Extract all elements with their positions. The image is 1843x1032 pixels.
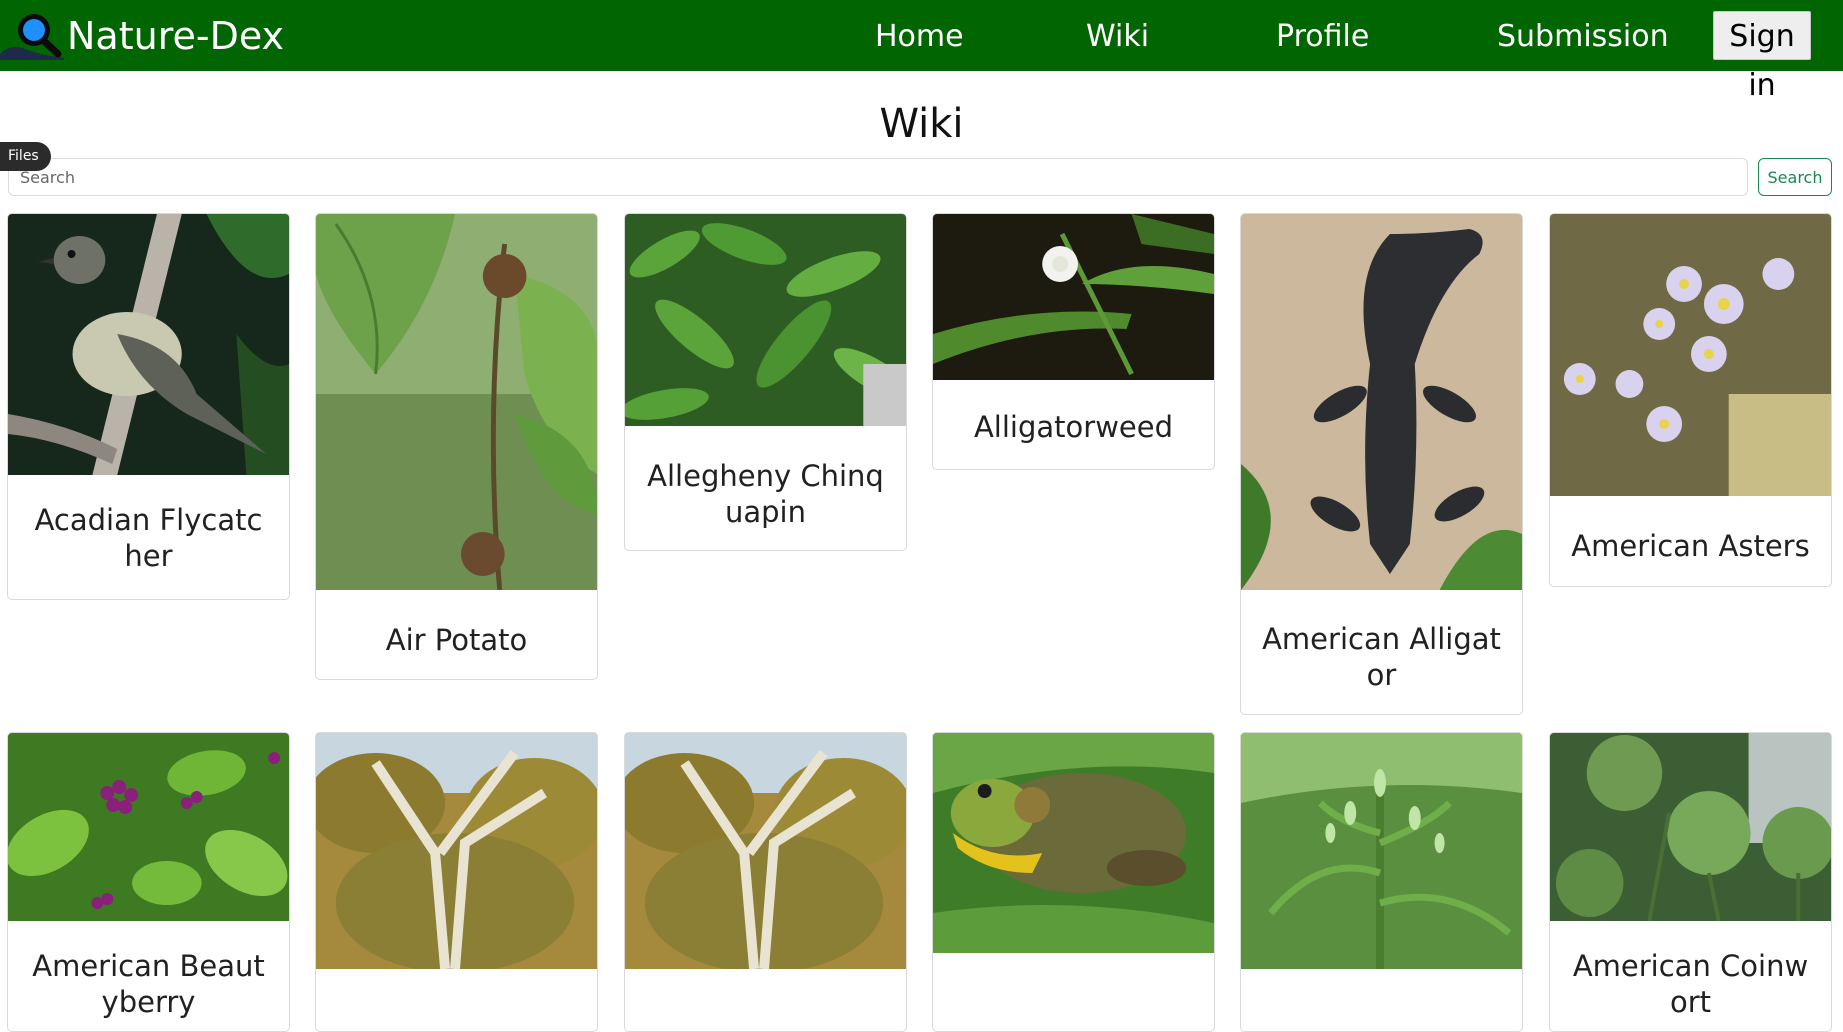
nav-profile[interactable]: Profile	[1276, 22, 1369, 52]
files-tab[interactable]: Files	[0, 142, 51, 171]
species-card[interactable]	[315, 732, 598, 1032]
card-title: American Alligator	[1262, 622, 1501, 692]
search-input[interactable]	[8, 158, 1748, 196]
bird-photo	[8, 214, 289, 475]
navbar: Nature-Dex Home Wiki Profile Submission …	[0, 0, 1843, 103]
card-title: Acadian Flycatcher	[34, 503, 263, 573]
species-card[interactable]: Acadian Flycatcher	[7, 213, 290, 600]
page-title: Wiki	[879, 101, 964, 147]
species-card[interactable]: Air Potato	[315, 213, 598, 680]
card-title: Alligatorweed	[973, 410, 1174, 444]
vine-photo	[316, 214, 597, 590]
aster-photo	[1550, 214, 1831, 496]
leaves-photo	[625, 214, 906, 426]
card-title: American Asters	[1571, 529, 1810, 563]
tree-photo	[625, 733, 906, 969]
card-title: American Beautyberry	[32, 949, 265, 1019]
frog-photo	[933, 733, 1214, 953]
tree-photo	[316, 733, 597, 969]
nav-home[interactable]: Home	[875, 22, 964, 52]
species-card[interactable]: American Alligator	[1240, 213, 1523, 715]
species-card[interactable]: Alligatorweed	[932, 213, 1215, 470]
species-card[interactable]	[624, 732, 907, 1032]
nav-submission[interactable]: Submission	[1497, 22, 1669, 52]
species-card[interactable]: Allegheny Chinquapin	[624, 213, 907, 551]
search-button[interactable]: Search	[1758, 158, 1832, 196]
coinwort-photo	[1550, 733, 1831, 921]
card-title: Allegheny Chinquapin	[647, 459, 884, 529]
species-card[interactable]: American Coinwort	[1549, 732, 1832, 1032]
berry-photo	[8, 733, 289, 921]
species-card[interactable]: American Asters	[1549, 213, 1832, 587]
card-title: American Coinwort	[1572, 949, 1809, 1019]
brand-name: Nature-Dex	[67, 14, 285, 58]
species-card[interactable]	[932, 732, 1215, 1032]
card-title: Air Potato	[385, 623, 528, 657]
plant-photo	[1241, 733, 1522, 969]
species-card[interactable]: American Beautyberry	[7, 732, 290, 1032]
sign-in-button[interactable]: Sign in	[1713, 11, 1811, 103]
alligator-photo	[1241, 214, 1522, 590]
flower-photo	[933, 214, 1214, 380]
nav-wiki[interactable]: Wiki	[1086, 22, 1149, 52]
magnifier-logo-icon	[0, 10, 64, 60]
species-card[interactable]	[1240, 732, 1523, 1032]
